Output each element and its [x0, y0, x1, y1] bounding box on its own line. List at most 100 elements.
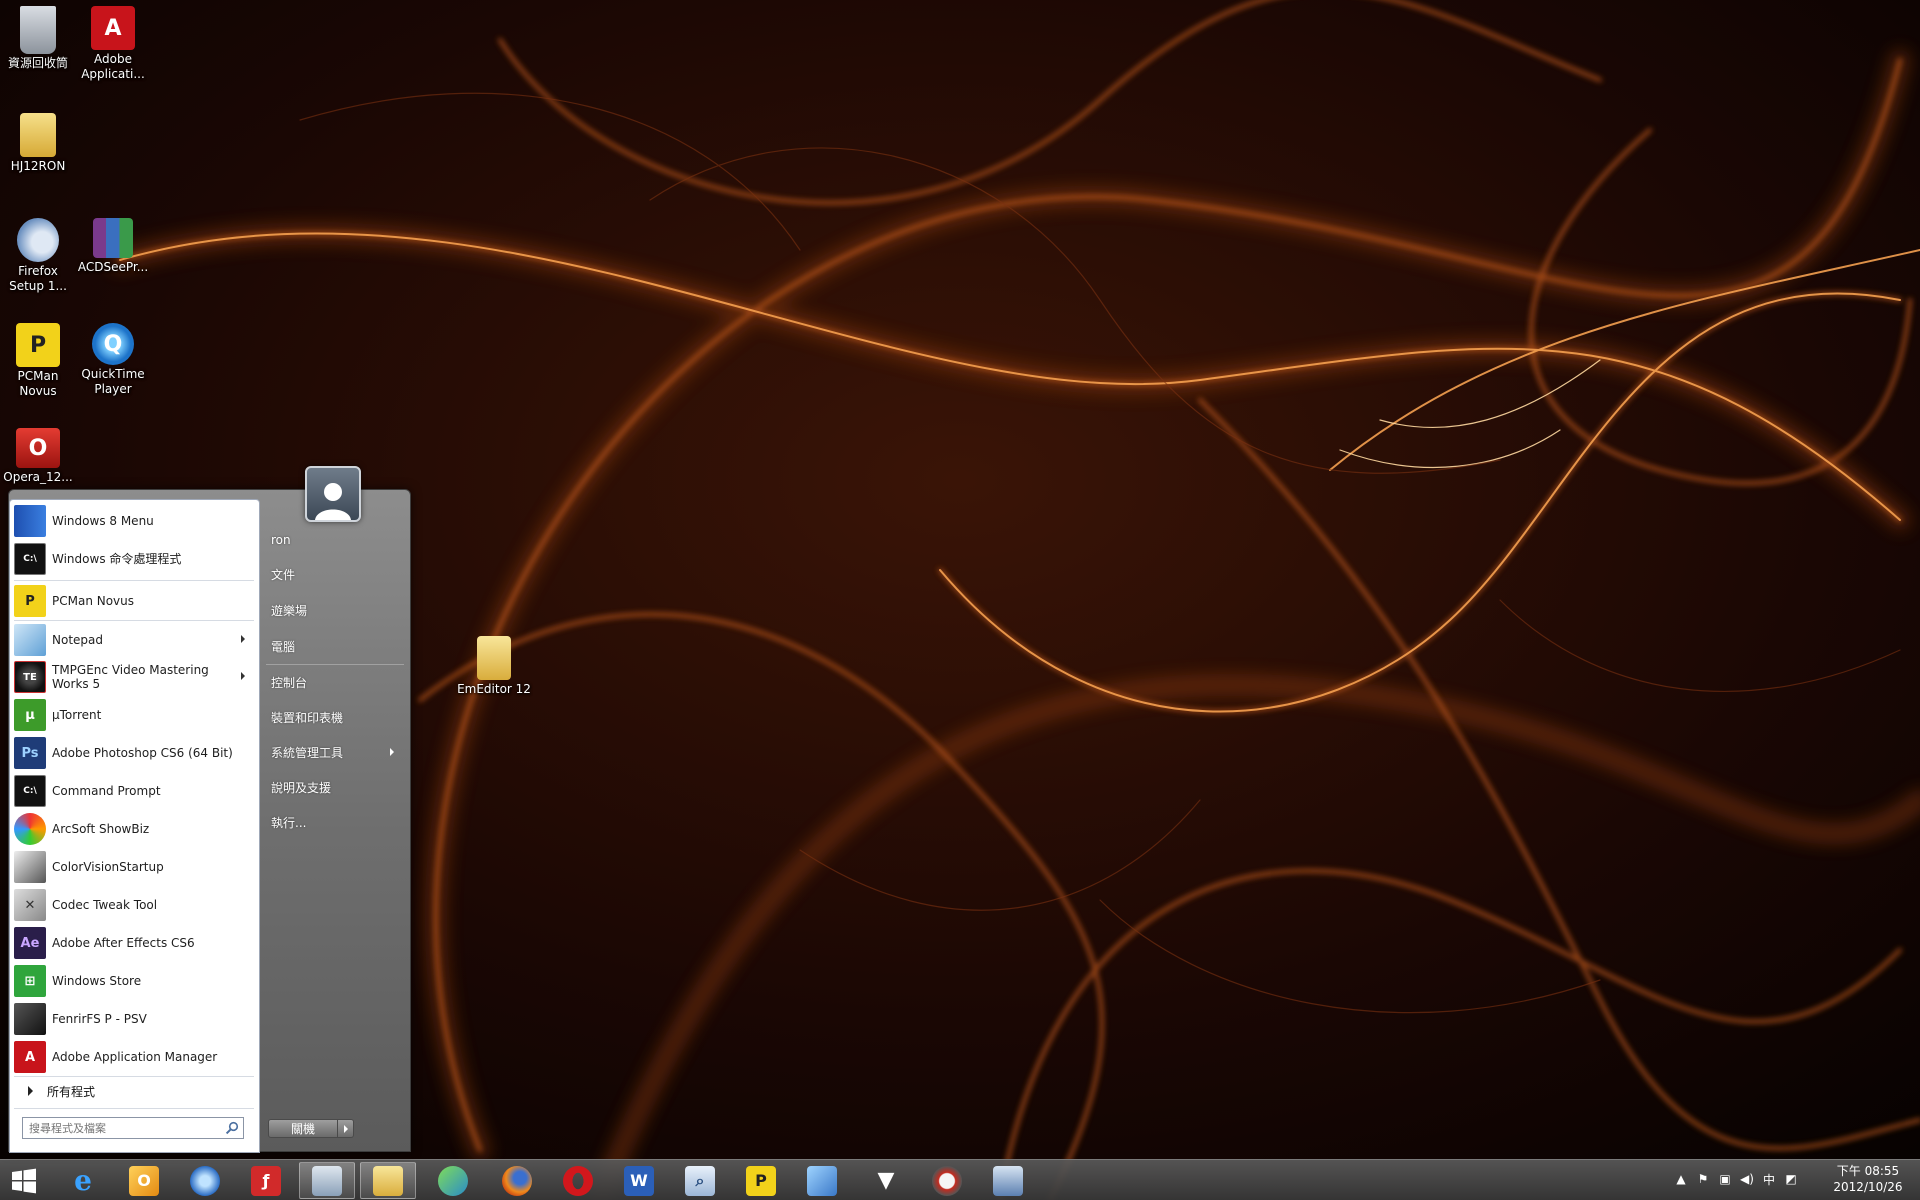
file-explorer-icon	[373, 1165, 403, 1196]
start-button[interactable]	[0, 1162, 48, 1199]
desktop-icon-quicktime-player[interactable]: Q QuickTime Player	[75, 323, 151, 397]
taskbar-pcman[interactable]: P	[733, 1162, 789, 1199]
taskbar-flash[interactable]: ƒ	[238, 1162, 294, 1199]
link-help-support[interactable]: 說明及支援	[266, 773, 404, 801]
volume-icon[interactable]: ◀)	[1736, 1168, 1758, 1190]
program-item-fenrirfs[interactable]: FenrirFS P - PSV	[12, 1001, 257, 1037]
program-item-colorvision[interactable]: ColorVisionStartup	[12, 849, 257, 885]
utorrent-icon: µ	[14, 699, 46, 731]
outlook-icon: O	[129, 1165, 159, 1196]
compass-icon	[932, 1165, 962, 1196]
system-tray: ▲ ⚑ ▣ ◀) 中 ◩	[1670, 1168, 1802, 1190]
internet-explorer-icon: e	[74, 1164, 92, 1197]
taskbar-internet-explorer[interactable]: e	[55, 1162, 111, 1199]
windows8-menu-icon	[14, 505, 46, 537]
program-item-arcsoft-showbiz[interactable]: ArcSoft ShowBiz	[12, 811, 257, 847]
program-item-windows-cmd[interactable]: C:\ Windows 命令處理程式	[12, 541, 257, 577]
menu-separator	[14, 580, 254, 581]
program-item-notepad[interactable]: Notepad	[12, 622, 257, 658]
word-icon: W	[624, 1165, 654, 1196]
desktop-icon-recycle-bin[interactable]: 資源回收筒	[0, 6, 76, 71]
program-item-tmpgenc[interactable]: TE TMPGEnc Video Mastering Works 5	[12, 659, 257, 695]
adobe-icon: A	[91, 6, 135, 50]
desktop-icon-pcman-novus[interactable]: P PCMan Novus	[0, 323, 76, 399]
program-item-photoshop[interactable]: Ps Adobe Photoshop CS6 (64 Bit)	[12, 735, 257, 771]
program-item-pcman-novus[interactable]: P PCMan Novus	[12, 583, 257, 619]
taskbar-network-globe[interactable]	[177, 1162, 233, 1199]
firefox-icon	[502, 1165, 532, 1196]
control-panel-icon	[807, 1165, 837, 1196]
submenu-arrow-icon	[390, 748, 394, 756]
link-control-panel[interactable]: 控制台	[266, 668, 404, 696]
all-programs-button[interactable]: 所有程式	[16, 1078, 252, 1104]
link-user-ron[interactable]: ron	[266, 526, 404, 554]
arcsoft-icon	[14, 813, 46, 845]
taskbar-outlook[interactable]: O	[116, 1162, 172, 1199]
desktop-icon-emeditor[interactable]: EmEditor 12	[456, 636, 532, 697]
shutdown-button[interactable]: 關機	[268, 1119, 338, 1138]
taskbar-word[interactable]: W	[611, 1162, 667, 1199]
taskbar: e O ƒ W ⌕ P ▼ ▲ ⚑ ▣ ◀) 中 ◩ 下午 08:55 2012…	[0, 1159, 1920, 1200]
menu-separator	[14, 1108, 254, 1109]
colorvision-icon	[14, 851, 46, 883]
submenu-arrow-icon	[241, 672, 245, 680]
program-item-command-prompt[interactable]: C:\ Command Prompt	[12, 773, 257, 809]
desktop-icon-firefox-setup[interactable]: Firefox Setup 1...	[0, 218, 76, 294]
fox-app-icon: ▼	[877, 1168, 895, 1193]
expand-arrow-icon	[28, 1086, 33, 1096]
chevron-right-icon	[343, 1124, 348, 1133]
link-devices-printers[interactable]: 裝置和印表機	[266, 703, 404, 731]
start-menu-links-pane: ron 文件 遊樂場 電腦 控制台 裝置和印表機 系統管理工具 說明及支援 執行…	[260, 490, 411, 1153]
program-item-windows-store[interactable]: ⊞ Windows Store	[12, 963, 257, 999]
search-tool-icon: ⌕	[685, 1165, 715, 1196]
desktop-icon-hj12ron[interactable]: HJ12RON	[0, 113, 76, 174]
program-item-windows8-menu[interactable]: Windows 8 Menu	[12, 503, 257, 539]
link-computer[interactable]: 電腦	[266, 632, 404, 660]
notepad-icon	[14, 624, 46, 656]
start-menu: Windows 8 Menu C:\ Windows 命令處理程式 P PCMa…	[8, 489, 411, 1153]
menu-separator	[14, 1076, 254, 1077]
ime-mode-icon[interactable]: ◩	[1780, 1168, 1802, 1190]
flag-icon[interactable]: ⚑	[1692, 1168, 1714, 1190]
search-icon[interactable]	[225, 1121, 239, 1135]
ime-icon[interactable]: 中	[1758, 1168, 1780, 1190]
start-menu-programs-pane: Windows 8 Menu C:\ Windows 命令處理程式 P PCMa…	[9, 499, 260, 1153]
desktop-icon-opera-installer[interactable]: O Opera_12...	[0, 428, 76, 485]
link-games[interactable]: 遊樂場	[266, 596, 404, 624]
desktop-icon-adobe-application-manager[interactable]: A Adobe Applicati...	[75, 6, 151, 82]
photoshop-icon: Ps	[14, 737, 46, 769]
taskbar-compass[interactable]	[919, 1162, 975, 1199]
taskbar-system-monitor[interactable]	[299, 1162, 355, 1199]
program-item-codec-tweak-tool[interactable]: ✕ Codec Tweak Tool	[12, 887, 257, 923]
taskbar-messenger[interactable]	[425, 1162, 481, 1199]
start-search-input[interactable]	[29, 1119, 224, 1137]
after-effects-icon: Ae	[14, 927, 46, 959]
taskbar-firefox[interactable]	[489, 1162, 545, 1199]
fenrirfs-icon	[14, 1003, 46, 1035]
user-avatar[interactable]	[305, 466, 361, 522]
remote-desktop-icon	[993, 1165, 1023, 1196]
network-icon[interactable]: ▣	[1714, 1168, 1736, 1190]
taskbar-control-panel[interactable]	[794, 1162, 850, 1199]
link-run[interactable]: 執行...	[266, 808, 404, 836]
chevron-up-icon[interactable]: ▲	[1670, 1168, 1692, 1190]
program-item-utorrent[interactable]: µ µTorrent	[12, 697, 257, 733]
program-item-adobe-application-manager[interactable]: A Adobe Application Manager	[12, 1039, 257, 1075]
shutdown-options-button[interactable]	[338, 1119, 354, 1138]
link-admin-tools[interactable]: 系統管理工具	[266, 738, 404, 766]
taskbar-clock[interactable]: 下午 08:55 2012/10/26	[1826, 1163, 1910, 1195]
folder-icon	[20, 113, 56, 157]
tmpgenc-icon: TE	[14, 661, 46, 693]
tools-icon: ✕	[14, 889, 46, 921]
program-item-after-effects[interactable]: Ae Adobe After Effects CS6	[12, 925, 257, 961]
link-documents[interactable]: 文件	[266, 560, 404, 588]
opera-icon	[563, 1165, 593, 1196]
taskbar-fox-app[interactable]: ▼	[858, 1162, 914, 1199]
adobe-icon: A	[14, 1041, 46, 1073]
submenu-arrow-icon	[241, 635, 245, 643]
desktop-icon-acdsee[interactable]: ACDSeePr...	[75, 218, 151, 275]
taskbar-file-explorer[interactable]	[360, 1162, 416, 1199]
taskbar-opera[interactable]	[550, 1162, 606, 1199]
taskbar-search-tool[interactable]: ⌕	[672, 1162, 728, 1199]
taskbar-remote-desktop[interactable]	[980, 1162, 1036, 1199]
